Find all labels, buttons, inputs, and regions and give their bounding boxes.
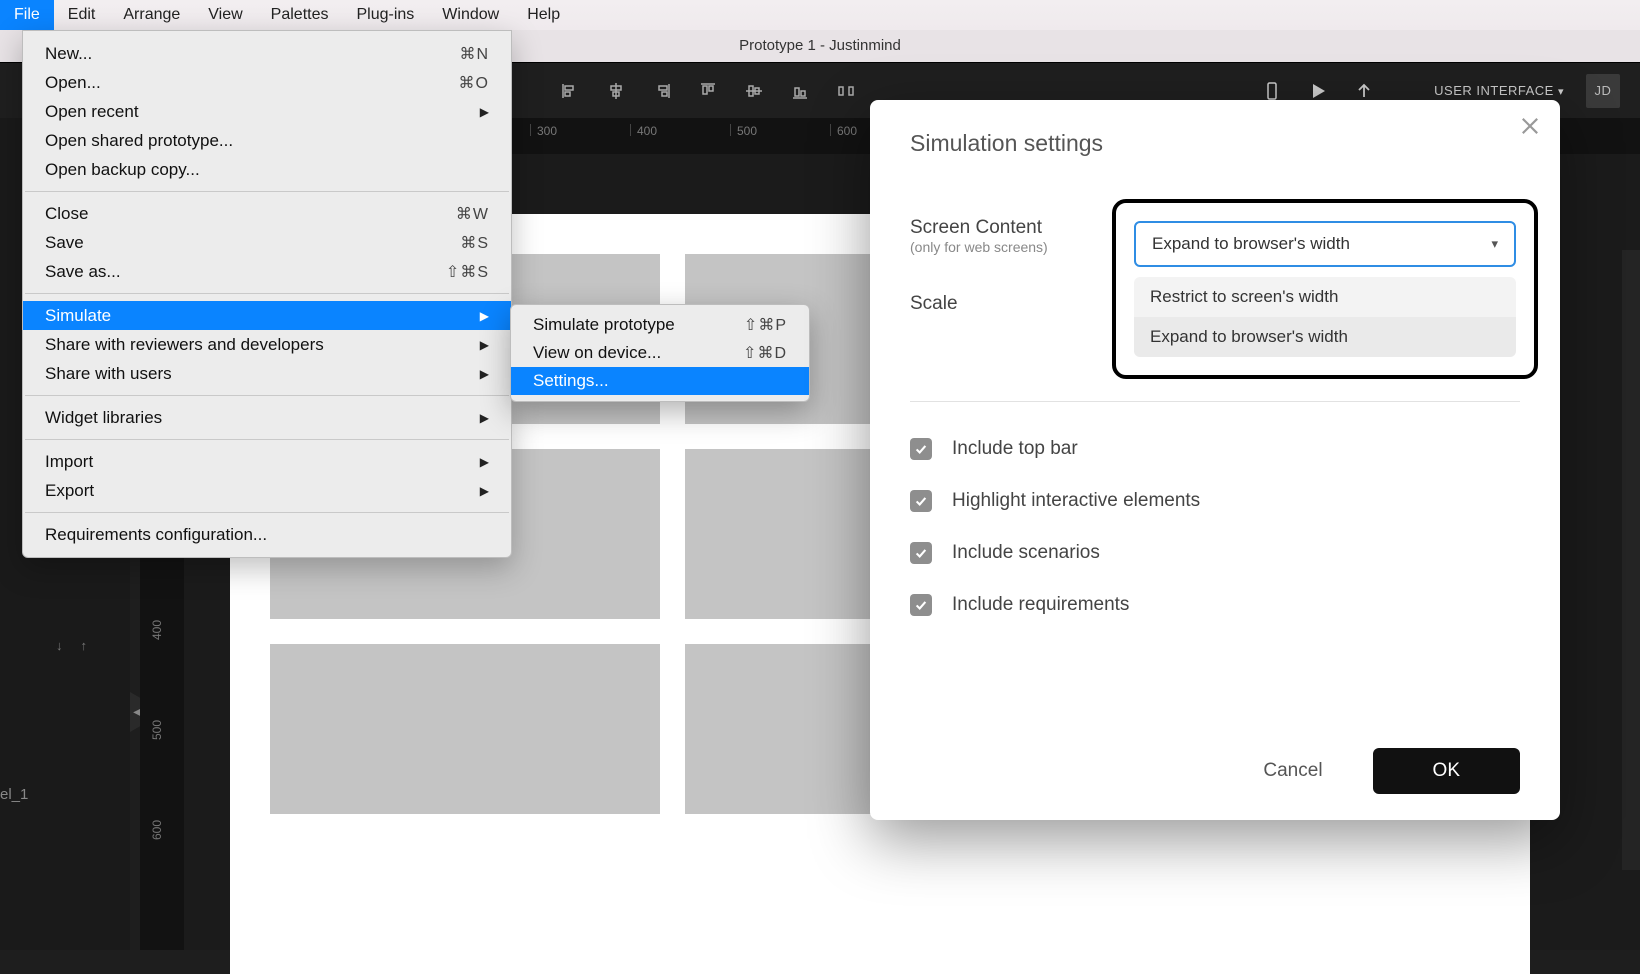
- ruler-tick: 600: [150, 820, 164, 840]
- screen-content-label: Screen Content: [910, 217, 1130, 239]
- arrow-down-icon[interactable]: ↓: [56, 638, 63, 653]
- dialog-title: Simulation settings: [910, 130, 1520, 157]
- scale-label: Scale: [910, 293, 1130, 315]
- ok-button[interactable]: OK: [1373, 748, 1520, 794]
- menu-item-save[interactable]: Save⌘S: [23, 228, 511, 257]
- checkbox-icon: [910, 438, 932, 460]
- menu-palettes[interactable]: Palettes: [257, 0, 343, 30]
- simulate-submenu: Simulate prototype⇧⌘P View on device...⇧…: [510, 304, 810, 402]
- menu-item-import[interactable]: Import▶: [23, 447, 511, 476]
- menu-item-simulate[interactable]: Simulate▶: [23, 301, 511, 330]
- mode-label[interactable]: USER INTERFACE ▾: [1434, 83, 1564, 98]
- check-include-scenarios[interactable]: Include scenarios: [910, 542, 1520, 564]
- menu-item-open-recent[interactable]: Open recent▶: [23, 97, 511, 126]
- menu-edit[interactable]: Edit: [54, 0, 110, 30]
- chevron-right-icon: ▶: [480, 105, 489, 119]
- chevron-down-icon: ▾: [1491, 236, 1498, 252]
- menu-item-close[interactable]: Close⌘W: [23, 199, 511, 228]
- menu-help[interactable]: Help: [513, 0, 574, 30]
- chevron-right-icon: ▶: [480, 309, 489, 323]
- screen-content-select[interactable]: Expand to browser's width ▾: [1134, 221, 1516, 267]
- ruler-tick: 400: [150, 620, 164, 640]
- simulation-settings-dialog: Simulation settings Screen Content (only…: [870, 100, 1560, 820]
- check-label: Include top bar: [952, 438, 1078, 460]
- menu-separator: [25, 395, 509, 396]
- distribute-icon[interactable]: [836, 81, 856, 101]
- canvas-rect[interactable]: [270, 644, 660, 814]
- menu-item-new[interactable]: New...⌘N: [23, 39, 511, 68]
- menu-item-save-as[interactable]: Save as...⇧⌘S: [23, 257, 511, 286]
- menu-item-open-shared[interactable]: Open shared prototype...: [23, 126, 511, 155]
- chevron-right-icon: ▶: [480, 338, 489, 352]
- arrow-up-icon[interactable]: ↑: [81, 638, 88, 653]
- avatar[interactable]: JD: [1586, 74, 1620, 108]
- align-center-v-icon[interactable]: [744, 81, 764, 101]
- menu-separator: [25, 439, 509, 440]
- option-expand-width[interactable]: Expand to browser's width: [1134, 317, 1516, 357]
- check-include-requirements[interactable]: Include requirements: [910, 594, 1520, 616]
- check-highlight-interactive[interactable]: Highlight interactive elements: [910, 490, 1520, 512]
- chevron-right-icon: ▶: [480, 411, 489, 425]
- cancel-button[interactable]: Cancel: [1253, 750, 1332, 792]
- check-label: Include requirements: [952, 594, 1129, 616]
- menu-item-widget-libraries[interactable]: Widget libraries▶: [23, 403, 511, 432]
- checkbox-icon: [910, 490, 932, 512]
- check-label: Highlight interactive elements: [952, 490, 1200, 512]
- dialog-separator: [910, 401, 1520, 402]
- menu-view[interactable]: View: [194, 0, 256, 30]
- align-bottom-icon[interactable]: [790, 81, 810, 101]
- ruler-tick: 500: [730, 124, 757, 136]
- align-right-icon[interactable]: [652, 81, 672, 101]
- align-center-h-icon[interactable]: [606, 81, 626, 101]
- menu-item-share-users[interactable]: Share with users▶: [23, 359, 511, 388]
- checkbox-icon: [910, 542, 932, 564]
- menubar: File Edit Arrange View Palettes Plug-ins…: [0, 0, 1640, 30]
- menu-separator: [25, 293, 509, 294]
- ruler-tick: 300: [530, 124, 557, 136]
- chevron-right-icon: ▶: [480, 455, 489, 469]
- device-icon[interactable]: [1262, 81, 1282, 101]
- submenu-view-on-device[interactable]: View on device...⇧⌘D: [511, 339, 809, 367]
- menu-arrange[interactable]: Arrange: [109, 0, 194, 30]
- menu-item-export[interactable]: Export▶: [23, 476, 511, 505]
- align-left-icon[interactable]: [560, 81, 580, 101]
- ruler-tick: 500: [150, 720, 164, 740]
- ruler-tick: 600: [830, 124, 857, 136]
- chevron-down-icon: ▾: [1558, 86, 1564, 98]
- select-value: Expand to browser's width: [1152, 234, 1350, 254]
- menu-file[interactable]: File: [0, 0, 54, 30]
- check-include-top-bar[interactable]: Include top bar: [910, 438, 1520, 460]
- screen-content-sublabel: (only for web screens): [910, 239, 1048, 255]
- upload-icon[interactable]: [1354, 81, 1374, 101]
- menu-item-open[interactable]: Open...⌘O: [23, 68, 511, 97]
- menu-plugins[interactable]: Plug-ins: [342, 0, 428, 30]
- menu-separator: [25, 191, 509, 192]
- close-icon[interactable]: [1518, 114, 1542, 138]
- menu-separator: [25, 512, 509, 513]
- ruler-tick: 400: [630, 124, 657, 136]
- chevron-right-icon: ▶: [480, 367, 489, 381]
- submenu-simulate-prototype[interactable]: Simulate prototype⇧⌘P: [511, 311, 809, 339]
- play-icon[interactable]: [1308, 81, 1328, 101]
- menu-window[interactable]: Window: [428, 0, 513, 30]
- align-top-icon[interactable]: [698, 81, 718, 101]
- menu-item-open-backup[interactable]: Open backup copy...: [23, 155, 511, 184]
- right-panel-collapsed[interactable]: [1622, 250, 1640, 870]
- submenu-settings[interactable]: Settings...: [511, 367, 809, 395]
- outline-item[interactable]: el_1: [0, 786, 28, 803]
- option-restrict-width[interactable]: Restrict to screen's width: [1134, 277, 1516, 317]
- screen-content-highlight: Expand to browser's width ▾ Restrict to …: [1112, 199, 1538, 379]
- file-menu-dropdown: New...⌘N Open...⌘O Open recent▶ Open sha…: [22, 30, 512, 558]
- check-label: Include scenarios: [952, 542, 1100, 564]
- menu-item-requirements-config[interactable]: Requirements configuration...: [23, 520, 511, 549]
- screen-content-options: Restrict to screen's width Expand to bro…: [1134, 277, 1516, 357]
- chevron-right-icon: ▶: [480, 484, 489, 498]
- checkbox-icon: [910, 594, 932, 616]
- menu-item-share-reviewers[interactable]: Share with reviewers and developers▶: [23, 330, 511, 359]
